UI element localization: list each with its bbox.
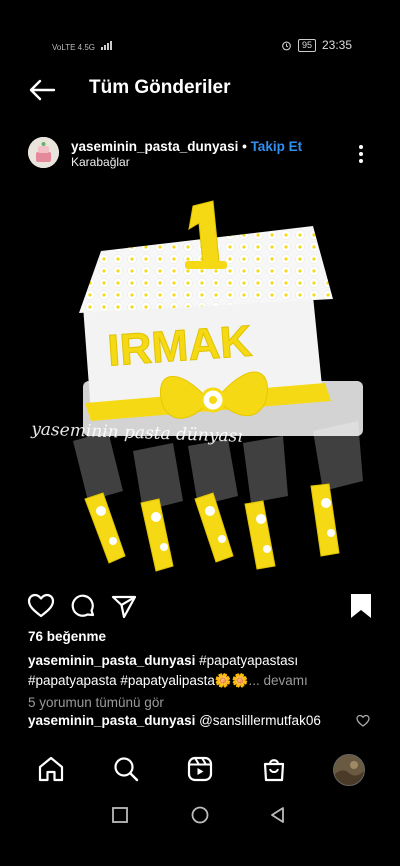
back-triangle-icon[interactable]	[269, 806, 287, 824]
caption-more-link[interactable]: ... devamı	[249, 673, 308, 688]
caption-username[interactable]: yaseminin_pasta_dunyasi	[28, 653, 195, 668]
share-icon[interactable]	[110, 592, 138, 620]
system-navigation	[0, 800, 400, 866]
home-circle-icon[interactable]	[191, 806, 209, 824]
comment-heart-icon[interactable]	[356, 714, 370, 728]
cake-name-text: IRMAK	[106, 317, 253, 376]
post-username[interactable]: yaseminin_pasta_dunyasi	[71, 139, 238, 154]
like-count[interactable]: 76 beğenme	[28, 629, 106, 644]
view-all-comments-link[interactable]: 5 yorumun tümünü gör	[28, 695, 164, 710]
page-header: Tüm Gönderiler	[0, 64, 400, 114]
clock: 23:35	[321, 38, 352, 52]
post-caption: yaseminin_pasta_dunyasi #papatyapastası …	[28, 651, 378, 691]
post-image[interactable]: IRMAK yaseminin pasta dünyası	[13, 181, 387, 581]
more-options-icon[interactable]	[355, 143, 367, 165]
profile-avatar[interactable]	[333, 754, 365, 786]
comment-icon[interactable]	[69, 592, 97, 620]
post-location[interactable]: Karabağlar	[71, 155, 130, 169]
reels-icon[interactable]	[186, 755, 214, 783]
post-actions	[0, 590, 400, 624]
caption-text-1: #papatyapastası	[195, 653, 299, 668]
home-icon[interactable]	[37, 755, 65, 783]
post-username-line: yaseminin_pasta_dunyasi • Takip Et	[71, 139, 302, 154]
bottom-navigation	[0, 740, 400, 800]
signal-icon	[100, 40, 112, 50]
bookmark-icon[interactable]	[347, 592, 375, 620]
arrow-left-icon[interactable]	[28, 78, 56, 102]
comment-item: yaseminin_pasta_dunyasi @sanslillermutfa…	[28, 713, 321, 728]
heart-icon[interactable]	[27, 592, 55, 620]
network-indicator: VoLTE 4.5G	[52, 40, 112, 52]
search-icon[interactable]	[112, 755, 140, 783]
alarm-icon	[282, 41, 291, 50]
comment-text: @sanslillermutfak06	[195, 713, 321, 728]
follow-button[interactable]: Takip Et	[251, 139, 303, 154]
page-title: Tüm Gönderiler	[89, 77, 231, 98]
status-right: 95 23:35	[281, 38, 352, 52]
comment-username[interactable]: yaseminin_pasta_dunyasi	[28, 713, 195, 728]
caption-text-2: #papatyapasta #papatyalipasta🌼🌼	[28, 673, 249, 688]
separator-dot: •	[238, 139, 251, 154]
post-header: yaseminin_pasta_dunyasi • Takip Et Karab…	[0, 134, 400, 176]
shop-icon[interactable]	[260, 755, 288, 783]
network-label: VoLTE 4.5G	[52, 43, 95, 52]
status-bar: VoLTE 4.5G 95 23:35	[0, 0, 400, 52]
battery-icon: 95	[297, 38, 316, 52]
recents-icon[interactable]	[111, 806, 129, 824]
avatar[interactable]	[28, 137, 59, 168]
